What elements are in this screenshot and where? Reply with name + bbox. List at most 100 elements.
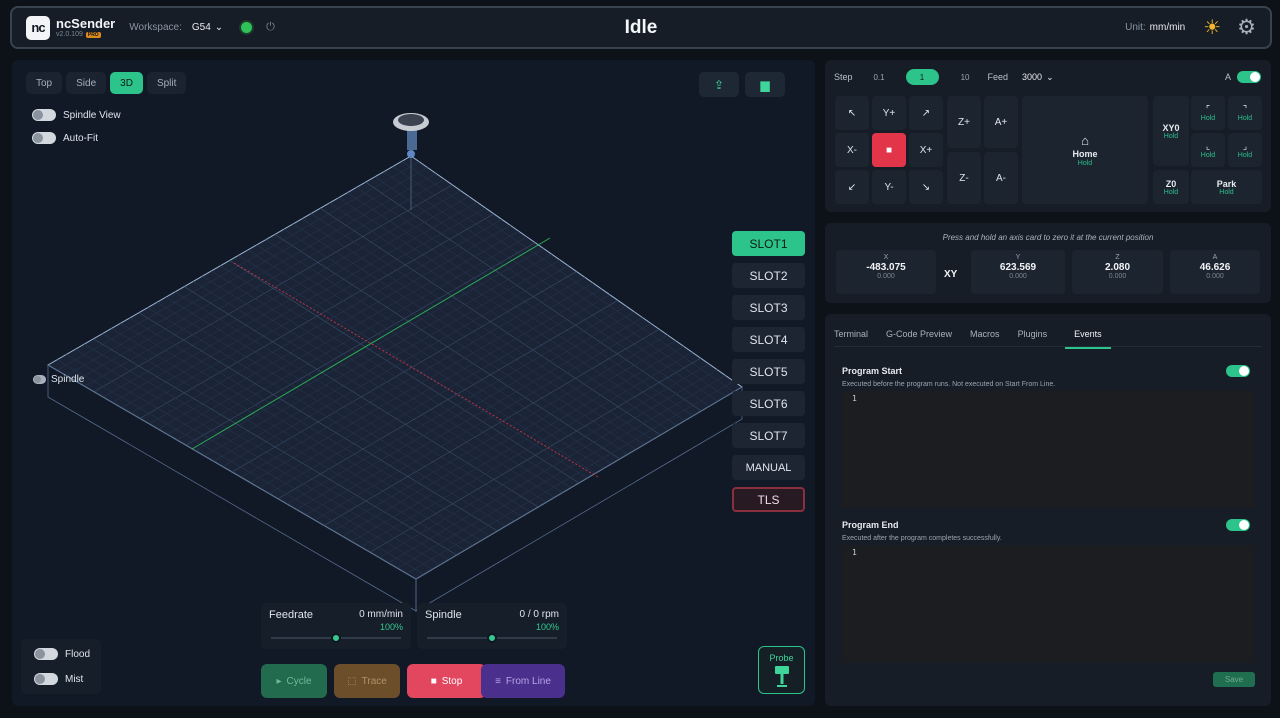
axis-card-a[interactable]: A 46.626 0.000 (1170, 250, 1260, 294)
step-option-0-1[interactable]: 0.1 (863, 69, 896, 85)
jog-diag-down-right-button[interactable]: ↘ (909, 170, 943, 204)
corner-top-right-hold: Hold (1237, 115, 1253, 122)
workspace-select[interactable]: G54 ⌄ (192, 22, 223, 33)
folder-icon: ▆ (760, 77, 770, 92)
trace-button[interactable]: ⬚ Trace (334, 664, 400, 698)
jog-diag-down-left-button[interactable]: ↙ (835, 170, 869, 204)
mist-toggle-row[interactable]: Mist (34, 673, 83, 685)
xy0-button[interactable]: XY0 Hold (1153, 96, 1189, 166)
feedrate-gauge: Feedrate 0 mm/min 100% (261, 603, 411, 649)
spindle-view-label: Spindle View (63, 109, 121, 121)
3d-viewer-panel: Top Side 3D Split ⇪ ▆ Spindle View Auto-… (12, 60, 815, 706)
a-axis-toggle[interactable] (1237, 71, 1261, 83)
program-start-description: Executed before the program runs. Not ex… (842, 381, 1056, 388)
corner-top-left-hold: Hold (1200, 115, 1216, 122)
xy-zero-label[interactable]: XY (944, 269, 957, 280)
flood-toggle-row[interactable]: Flood (34, 648, 90, 660)
slot-7-button[interactable]: SLOT7 (732, 423, 805, 448)
corner-top-right-button[interactable]: ⌝ Hold (1228, 96, 1262, 130)
manual-button[interactable]: MANUAL (732, 455, 805, 480)
sun-icon[interactable]: ☀ (1203, 18, 1221, 38)
step-option-1[interactable]: 1 (905, 69, 939, 85)
open-folder-button[interactable]: ▆ (745, 72, 785, 97)
program-start-title: Program Start (842, 366, 903, 376)
axis-offset: 0.000 (1206, 273, 1224, 280)
jog-diag-up-left-button[interactable]: ↖ (835, 96, 869, 130)
axis-card-y[interactable]: Y 623.569 0.000 (971, 250, 1065, 294)
tab-top-view[interactable]: Top (26, 72, 63, 94)
auto-fit-toggle-row[interactable]: Auto-Fit (32, 132, 98, 144)
program-end-editor[interactable]: 1 (842, 545, 1254, 663)
corner-top-right-icon: ⌝ (1242, 104, 1248, 114)
gear-icon[interactable]: ⚙ (1237, 17, 1256, 38)
tls-button[interactable]: TLS (732, 487, 805, 512)
auto-fit-toggle[interactable] (32, 132, 56, 144)
feedrate-slider[interactable] (271, 633, 401, 643)
axis-card-z[interactable]: Z 2.080 0.000 (1072, 250, 1163, 294)
z0-button[interactable]: Z0 Hold (1153, 170, 1189, 204)
tab-side-view[interactable]: Side (66, 72, 107, 94)
mist-toggle[interactable] (34, 673, 58, 685)
axis-name: A (1212, 254, 1218, 261)
slot-2-button[interactable]: SLOT2 (732, 263, 805, 288)
corner-bottom-right-button[interactable]: ⌟ Hold (1228, 133, 1262, 167)
jog-panel: Step 0.1 1 10 Feed 3000 ⌄ A ↖ Y+ ↗ X- ■ X… (825, 60, 1271, 212)
home-button[interactable]: ⌂ Home Hold (1022, 96, 1148, 204)
spindle-toggle-row[interactable]: Spindle (33, 374, 84, 385)
axis-card-x[interactable]: X -483.075 0.000 (836, 250, 936, 294)
slot-5-button[interactable]: SLOT5 (732, 359, 805, 384)
toolpath-scene[interactable] (12, 60, 815, 706)
program-start-editor[interactable]: 1 (842, 391, 1254, 508)
spindle-view-toggle-row[interactable]: Spindle View (32, 109, 121, 121)
spindle-slider[interactable] (427, 633, 557, 643)
spindle-toggle[interactable] (33, 375, 46, 384)
axis-value: 2.080 (1104, 262, 1131, 273)
position-panel: Press and hold an axis card to zero it a… (825, 223, 1271, 303)
probe-button[interactable]: Probe (758, 646, 805, 694)
usb-icon[interactable]: ⏻ (266, 21, 275, 34)
slot-4-button[interactable]: SLOT4 (732, 327, 805, 352)
flood-label: Flood (65, 648, 91, 660)
jog-y-plus-button[interactable]: Y+ (872, 96, 906, 130)
jog-x-minus-button[interactable]: X- (835, 133, 869, 167)
jog-a-minus-button[interactable]: A- (984, 152, 1018, 204)
app-name: ncSender (56, 16, 116, 31)
spindle-view-toggle[interactable] (32, 109, 56, 121)
feed-select[interactable]: 3000 ⌄ (1022, 72, 1054, 83)
program-end-toggle[interactable] (1226, 519, 1250, 531)
spindle-slider-knob[interactable] (487, 633, 497, 643)
program-start-toggle[interactable] (1226, 365, 1250, 377)
park-button[interactable]: Park Hold (1191, 170, 1262, 204)
from-line-button[interactable]: ≡ From Line (481, 664, 565, 698)
corner-bottom-right-icon: ⌟ (1242, 141, 1248, 151)
unit-toggle[interactable]: Unit: mm/min (1125, 22, 1185, 33)
tab-3d-view[interactable]: 3D (110, 72, 143, 94)
corner-bottom-left-button[interactable]: ⌞ Hold (1191, 133, 1225, 167)
arrow-up-right-icon: ↗ (921, 107, 931, 119)
slot-3-button[interactable]: SLOT3 (732, 295, 805, 320)
corner-top-left-button[interactable]: ⌜ Hold (1191, 96, 1225, 130)
jog-z-minus-button[interactable]: Z- (947, 152, 981, 204)
axis-name: Y (1015, 254, 1021, 261)
jog-diag-up-right-button[interactable]: ↗ (909, 96, 943, 130)
jog-stop-button[interactable]: ■ (872, 133, 906, 167)
a-axis-toggle-row[interactable]: A (1225, 71, 1261, 83)
jog-y-minus-button[interactable]: Y- (872, 170, 906, 204)
feedrate-slider-knob[interactable] (331, 633, 341, 643)
flood-toggle[interactable] (34, 648, 58, 660)
slot-1-button[interactable]: SLOT1 (732, 231, 805, 256)
tab-split-view[interactable]: Split (146, 72, 187, 94)
stop-button[interactable]: ■ Stop (407, 664, 486, 698)
jog-x-plus-button[interactable]: X+ (909, 133, 943, 167)
viewer-toolbar: ⇪ ▆ (699, 72, 785, 97)
cycle-start-button[interactable]: ▸ Cycle (261, 664, 327, 698)
trace-icon: ⬚ (347, 675, 357, 687)
upload-button[interactable]: ⇪ (699, 72, 739, 97)
slot-6-button[interactable]: SLOT6 (732, 391, 805, 416)
step-option-10[interactable]: 10 (949, 69, 982, 85)
jog-z-plus-button[interactable]: Z+ (947, 96, 981, 148)
home-icon: ⌂ (1081, 133, 1089, 148)
jog-a-plus-button[interactable]: A+ (984, 96, 1018, 148)
axis-name: Z (1115, 254, 1120, 261)
save-button[interactable]: Save (1213, 672, 1255, 687)
